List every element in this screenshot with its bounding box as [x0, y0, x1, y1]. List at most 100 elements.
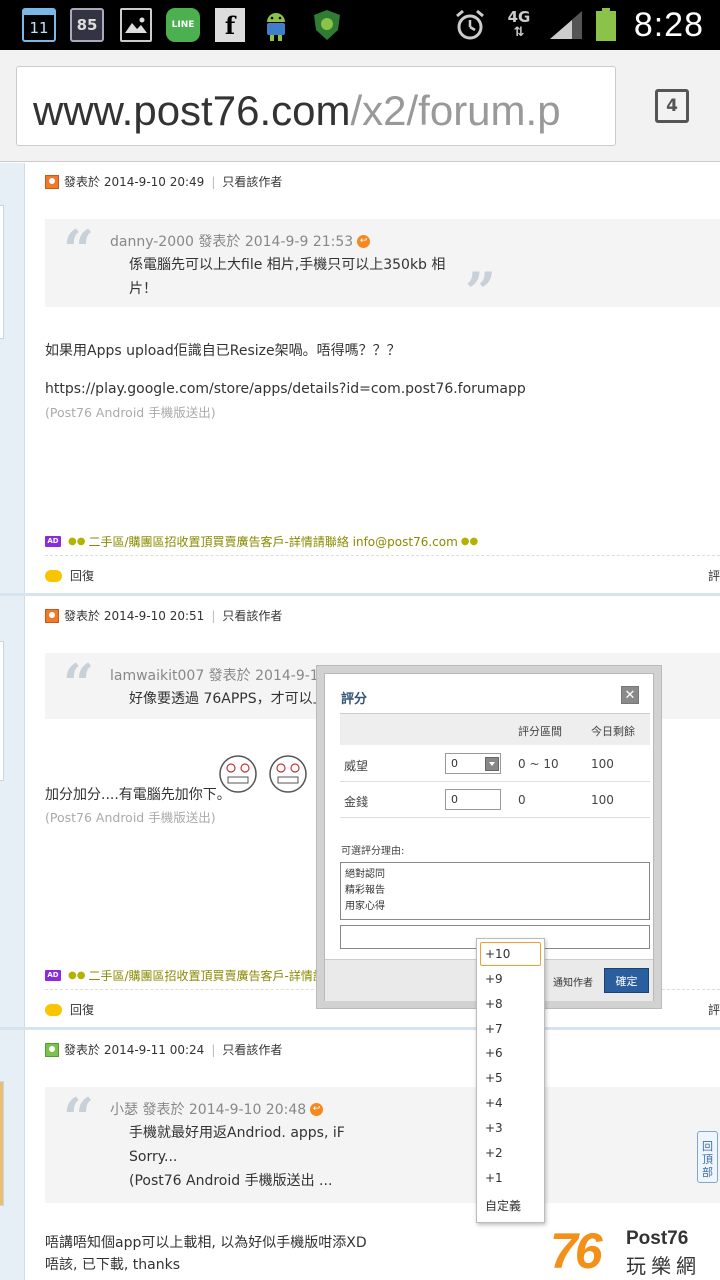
reply-button[interactable]: 回復 [45, 567, 94, 584]
network-label: 4G [507, 8, 531, 26]
back-to-top-button[interactable]: 回頂部 [697, 1131, 718, 1183]
user-status-icon [45, 1042, 59, 1057]
open-quote-icon: “ [63, 1086, 95, 1150]
facebook-icon: f [215, 8, 245, 42]
post-meta: 發表於 2014-9-10 20:49 | 只看該作者 [45, 173, 282, 190]
score-option[interactable]: +4 [485, 1096, 503, 1110]
ad-banner[interactable]: AD ●● 二手區/購團區招收置頂買賣廣告客戶-詳情請聯絡 info@post76.… [45, 533, 481, 550]
reason-option[interactable]: 精彩報告 [345, 883, 645, 899]
quote-text: 手機就最好用返Andriod. apps, iF Sorry... (Post7… [129, 1121, 345, 1193]
close-icon[interactable]: ✕ [621, 686, 639, 704]
meta-divider: | [211, 608, 216, 623]
quote-line: 係電腦先可以上大file 相片,手機只可以上350kb 相 [129, 257, 446, 273]
notify-author-checkbox[interactable]: 通知作者 [553, 974, 593, 989]
post-body-line: 唔該, 已下載, thanks [45, 1257, 181, 1273]
quote-jump-icon[interactable]: ↩ [310, 1102, 324, 1116]
quote-author: danny-2000 發表於 2014-9-9 21:53 [110, 234, 354, 250]
alarm-clock-icon [452, 8, 488, 42]
ad-dots: ●● [68, 536, 86, 547]
speech-bubble-icon [45, 569, 62, 582]
col-range: 評分區間 [518, 725, 562, 738]
signal-strength-icon [548, 8, 584, 42]
facebook-label: f [224, 10, 236, 40]
calendar-icon: 11 [22, 8, 56, 42]
only-author-link[interactable]: 只看該作者 [222, 1041, 282, 1058]
score-option[interactable]: +7 [485, 1022, 503, 1036]
reason-option[interactable]: 用家心得 [345, 899, 645, 915]
meta-divider: | [211, 1042, 216, 1057]
score-option[interactable]: +6 [485, 1046, 503, 1060]
quote-block: “ 小瑟 發表於 2014-9-10 20:48 ↩ 手機就最好用返Andriod… [45, 1087, 720, 1203]
rating-table-header: 評分區間 今日剩餘 [340, 713, 650, 745]
ad-banner[interactable]: AD ●● 二手區/購團區招收置頂買賣廣告客戶-詳情請聯絡 [45, 967, 349, 984]
close-quote-icon: ” [465, 260, 497, 324]
security-shield-icon [310, 8, 344, 42]
post-separator [0, 1027, 720, 1030]
score-option[interactable]: +1 [485, 1171, 503, 1185]
meta-divider: | [211, 174, 216, 189]
rate-link[interactable]: 評 [708, 1001, 720, 1018]
post-date: 發表於 2014-9-11 00:24 [64, 1043, 205, 1057]
quote-line: 手機就最好用返Andriod. apps, iF [129, 1125, 345, 1141]
reply-label: 回復 [70, 569, 95, 583]
score-option[interactable]: +8 [485, 997, 503, 1011]
author-sidebar [0, 163, 25, 1280]
browser-toolbar: www.post76.com/x2/forum.p 4 [0, 50, 720, 162]
score-remaining: 100 [591, 757, 614, 771]
post-body-line: 唔講唔知個app可以上載相, 以為好似手機版咁添XD [45, 1235, 367, 1251]
score-option[interactable]: +5 [485, 1071, 503, 1085]
logo-number: 76 [550, 1223, 603, 1279]
only-author-link[interactable]: 只看該作者 [222, 607, 282, 624]
chevron-down-icon[interactable] [485, 757, 499, 771]
post-body-line: 加分加分....有電腦先加你下。 [45, 787, 231, 803]
rating-row-money: 金錢 0 0 100 [340, 782, 650, 818]
line-label: LINE [171, 20, 195, 30]
post-meta: 發表於 2014-9-11 00:24 | 只看該作者 [45, 1041, 282, 1058]
quote-line: Sorry... [129, 1149, 178, 1165]
post-body-line: 如果用Apps upload佢識自已Resize架喎。唔得嗎？？？ [45, 343, 401, 359]
user-online-icon [45, 608, 59, 623]
confirm-button[interactable]: 確定 [604, 968, 649, 993]
sent-from-label: (Post76 Android 手機版送出) [45, 810, 216, 825]
reason-list[interactable]: 絕對認同 精彩報告 用家心得 [340, 862, 650, 920]
status-bar: 11 85 LINE f 4G ⇅ 8:28 [0, 0, 720, 50]
only-author-link[interactable]: 只看該作者 [222, 173, 282, 190]
row-label: 威望 [344, 759, 369, 773]
tab-switcher-button[interactable]: 4 [655, 89, 689, 123]
score-option[interactable]: +2 [485, 1146, 503, 1160]
quote-line: 片！ [129, 281, 157, 297]
calendar-day: 11 [29, 18, 49, 37]
quote-jump-icon[interactable]: ↩ [357, 234, 371, 248]
reason-option[interactable]: 絕對認同 [345, 867, 645, 883]
open-quote-icon: “ [63, 218, 95, 282]
sent-from-label: (Post76 Android 手機版送出) [45, 405, 216, 420]
post-meta: 發表於 2014-9-10 20:51 | 只看該作者 [45, 607, 282, 624]
score-dropdown[interactable]: +10 +9 +8 +7 +6 +5 +4 +3 +2 +1 自定義 [476, 938, 545, 1223]
quote-line: (Post76 Android 手機版送出 ... [129, 1173, 333, 1189]
network-4g-icon: 4G ⇅ [507, 8, 531, 41]
score-option[interactable]: +9 [485, 972, 503, 986]
score-input[interactable]: 0 [445, 789, 501, 810]
score-remaining: 100 [591, 793, 614, 807]
crying-face-emoticon [269, 755, 307, 793]
ad-text: 二手區/購團區招收置頂買賣廣告客戶-詳情請聯絡 info@post76.com [88, 535, 458, 549]
ad-icon: AD [45, 536, 61, 547]
post-separator [0, 593, 720, 596]
author-card-edge [0, 641, 4, 781]
dialog-title: 評分 [341, 692, 368, 707]
reply-button[interactable]: 回復 [45, 1001, 94, 1018]
reason-label: 可選評分理由: [341, 846, 405, 857]
post-link[interactable]: https://play.google.com/store/apps/detai… [45, 381, 526, 397]
score-option[interactable]: +10 [485, 947, 510, 961]
post76-logo: 76 Post76 玩樂網 [550, 1223, 710, 1279]
score-option[interactable]: +3 [485, 1121, 503, 1135]
reply-label: 回復 [70, 1003, 95, 1017]
url-field[interactable]: www.post76.com/x2/forum.p [16, 66, 616, 146]
gallery-icon [120, 8, 152, 42]
rate-link[interactable]: 評 [708, 567, 720, 584]
score-option-custom[interactable]: 自定義 [485, 1197, 521, 1214]
post-date: 發表於 2014-9-10 20:49 [64, 175, 205, 189]
logo-cn: 玩樂網 [626, 1254, 701, 1278]
quote-text: 係電腦先可以上大file 相片,手機只可以上350kb 相 片！ [129, 253, 445, 301]
post-1: 發表於 2014-9-10 20:49 | 只看該作者 “ danny-2000… [26, 163, 720, 593]
